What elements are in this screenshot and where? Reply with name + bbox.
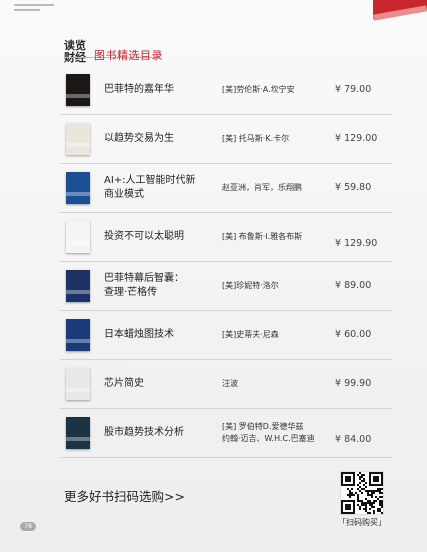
book-price: ¥ 84.00 [335, 434, 372, 445]
catalog-page: 读览 财经 图书精选目录 巴菲特的嘉年华 [美]劳伦斯·A.坎宁安 ¥ 79.00 以… [0, 0, 427, 552]
brand-logo-line2: 财经 [64, 51, 86, 64]
book-row[interactable]: 巴菲特的嘉年华 [美]劳伦斯·A.坎宁安 ¥ 79.00 [60, 66, 392, 115]
book-author-line: [美]珍妮特·洛尔 [222, 281, 279, 290]
book-title[interactable]: 股市趋势技术分析 [104, 426, 224, 440]
book-author-line: [美] 布鲁斯·I.雅各布斯 [222, 232, 303, 241]
book-author: 赵亚洲，肖军，乐翔鹏 [222, 182, 334, 194]
book-row[interactable]: 芯片简史 汪波 ¥ 99.90 [60, 360, 392, 409]
book-row[interactable]: 以趋势交易为生 [美] 托马斯·K.卡尔 ¥ 129.00 [60, 115, 392, 164]
book-title-line: 芯片简史 [104, 378, 144, 389]
book-cover[interactable] [66, 221, 90, 253]
book-row[interactable]: AI+:人工智能时代新 商业模式 赵亚洲，肖军，乐翔鹏 ¥ 59.80 [60, 164, 392, 213]
book-title-line: 巴菲特的嘉年华 [104, 84, 174, 95]
more-books-link[interactable]: 更多好书扫码选购>> [64, 486, 185, 505]
brand-logo: 读览 财经 [64, 40, 90, 64]
book-author-line: 约翰·迈吉、W.H.C.巴塞迪 [222, 434, 315, 443]
book-author-line: [美] 罗伯特D.爱德华兹 [222, 422, 304, 431]
corner-decoration [373, 0, 427, 22]
book-title-line: 以趋势交易为生 [104, 133, 174, 144]
book-price: ¥ 89.00 [335, 280, 372, 291]
top-left-rule-short [14, 9, 40, 11]
book-price: ¥ 129.90 [335, 238, 378, 249]
book-title[interactable]: 投资不可以太聪明 [104, 230, 224, 244]
book-cover[interactable] [66, 368, 90, 400]
book-author: [美] 托马斯·K.卡尔 [222, 133, 334, 145]
book-title-line: 巴菲特幕后智囊： [104, 273, 184, 284]
book-cover[interactable] [66, 123, 90, 155]
book-price: ¥ 99.90 [335, 378, 372, 389]
book-title-line: 投资不可以太聪明 [104, 231, 184, 242]
book-title-line: 日本蜡烛图技术 [104, 329, 174, 340]
book-title[interactable]: 以趋势交易为生 [104, 132, 224, 146]
book-title[interactable]: 日本蜡烛图技术 [104, 328, 224, 342]
book-cover[interactable] [66, 172, 90, 204]
book-row[interactable]: 股市趋势技术分析 [美] 罗伯特D.爱德华兹 约翰·迈吉、W.H.C.巴塞迪 ¥ 84… [60, 409, 392, 458]
book-row[interactable]: 投资不可以太聪明 [美] 布鲁斯·I.雅各布斯 ¥ 129.90 [60, 213, 392, 262]
book-price: ¥ 60.00 [335, 329, 372, 340]
book-author: [美]珍妮特·洛尔 [222, 280, 334, 292]
book-author: 汪波 [222, 378, 334, 390]
book-author: [美] 罗伯特D.爱德华兹约翰·迈吉、W.H.C.巴塞迪 [222, 421, 334, 445]
book-author-line: 汪波 [222, 379, 238, 388]
page-number: 78 [20, 522, 36, 531]
book-author: [美]史蒂夫·尼森 [222, 329, 334, 341]
book-title[interactable]: 巴菲特的嘉年华 [104, 83, 224, 97]
qr-label: 「扫码购买」 [338, 518, 386, 527]
book-list: 巴菲特的嘉年华 [美]劳伦斯·A.坎宁安 ¥ 79.00 以趋势交易为生 [美] 托马斯… [60, 66, 392, 458]
book-title[interactable]: AI+:人工智能时代新 商业模式 [104, 174, 224, 202]
book-price: ¥ 59.80 [335, 182, 372, 193]
book-author-line: [美]史蒂夫·尼森 [222, 330, 279, 339]
top-left-rule [14, 4, 54, 6]
book-title[interactable]: 芯片简史 [104, 377, 224, 391]
book-author-line: 赵亚洲，肖军，乐翔鹏 [222, 183, 302, 192]
book-title-line: 查理·芒格传 [104, 287, 158, 298]
book-cover[interactable] [66, 74, 90, 106]
book-row[interactable]: 日本蜡烛图技术 [美]史蒂夫·尼森 ¥ 60.00 [60, 311, 392, 360]
book-author-line: [美]劳伦斯·A.坎宁安 [222, 85, 295, 94]
book-title[interactable]: 巴菲特幕后智囊： 查理·芒格传 [104, 272, 224, 300]
book-cover[interactable] [66, 270, 90, 302]
book-cover[interactable] [66, 319, 90, 351]
qr-code-image [341, 472, 383, 514]
book-title-line: 商业模式 [104, 189, 144, 200]
book-cover[interactable] [66, 417, 90, 449]
book-price: ¥ 129.00 [335, 133, 378, 144]
book-title-line: AI+:人工智能时代新 [104, 175, 196, 186]
book-author-line: [美] 托马斯·K.卡尔 [222, 134, 290, 143]
book-author: [美] 布鲁斯·I.雅各布斯 [222, 231, 334, 243]
book-author: [美]劳伦斯·A.坎宁安 [222, 84, 334, 96]
qr-code[interactable] [340, 471, 384, 515]
section-title: 图书精选目录 [94, 49, 163, 62]
book-title-line: 股市趋势技术分析 [104, 427, 184, 438]
book-price: ¥ 79.00 [335, 84, 372, 95]
book-row[interactable]: 巴菲特幕后智囊： 查理·芒格传 [美]珍妮特·洛尔 ¥ 89.00 [60, 262, 392, 311]
